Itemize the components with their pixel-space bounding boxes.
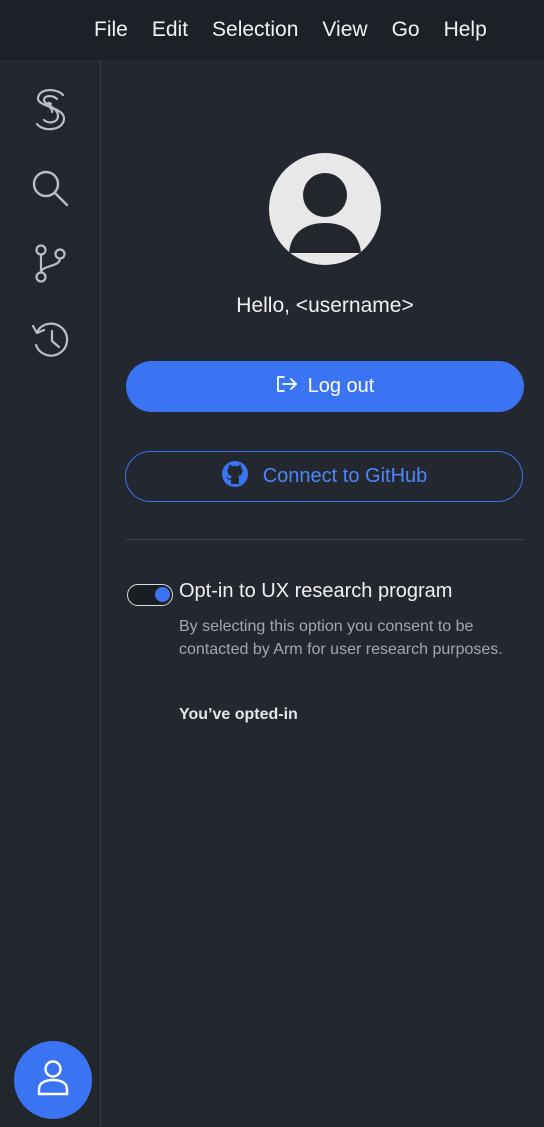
logo-s-icon[interactable] xyxy=(26,85,76,135)
menu-bar: File Edit Selection View Go Help xyxy=(0,0,544,60)
log-out-icon xyxy=(276,374,298,400)
ux-research-status: You’ve opted-in xyxy=(179,706,298,723)
search-icon[interactable] xyxy=(26,164,76,214)
menu-help[interactable]: Help xyxy=(432,0,499,60)
ux-research-toggle[interactable] xyxy=(127,584,173,606)
log-out-button[interactable]: Log out xyxy=(126,361,524,412)
menu-file[interactable]: File xyxy=(82,0,140,60)
ux-research-label[interactable]: Opt-in to UX research program xyxy=(179,580,452,603)
menu-edit[interactable]: Edit xyxy=(140,0,200,60)
ux-research-description: By selecting this option you consent to … xyxy=(179,618,503,658)
section-divider xyxy=(126,539,524,540)
history-icon[interactable] xyxy=(26,315,76,365)
menu-go[interactable]: Go xyxy=(380,0,432,60)
user-avatar-icon xyxy=(269,153,381,265)
menu-items: File Edit Selection View Go Help xyxy=(82,0,499,60)
connect-github-button[interactable]: Connect to GitHub xyxy=(125,451,523,502)
toggle-knob xyxy=(155,587,170,602)
menu-selection[interactable]: Selection xyxy=(200,0,310,60)
connect-github-label: Connect to GitHub xyxy=(262,465,428,487)
github-icon xyxy=(221,460,249,494)
source-control-icon[interactable] xyxy=(26,238,76,288)
account-button[interactable] xyxy=(14,1041,92,1119)
account-icon xyxy=(35,1058,71,1103)
activity-bar xyxy=(0,60,100,1127)
greeting-text: Hello, <username> xyxy=(236,294,414,317)
log-out-label: Log out xyxy=(307,375,375,397)
menu-view[interactable]: View xyxy=(310,0,379,60)
